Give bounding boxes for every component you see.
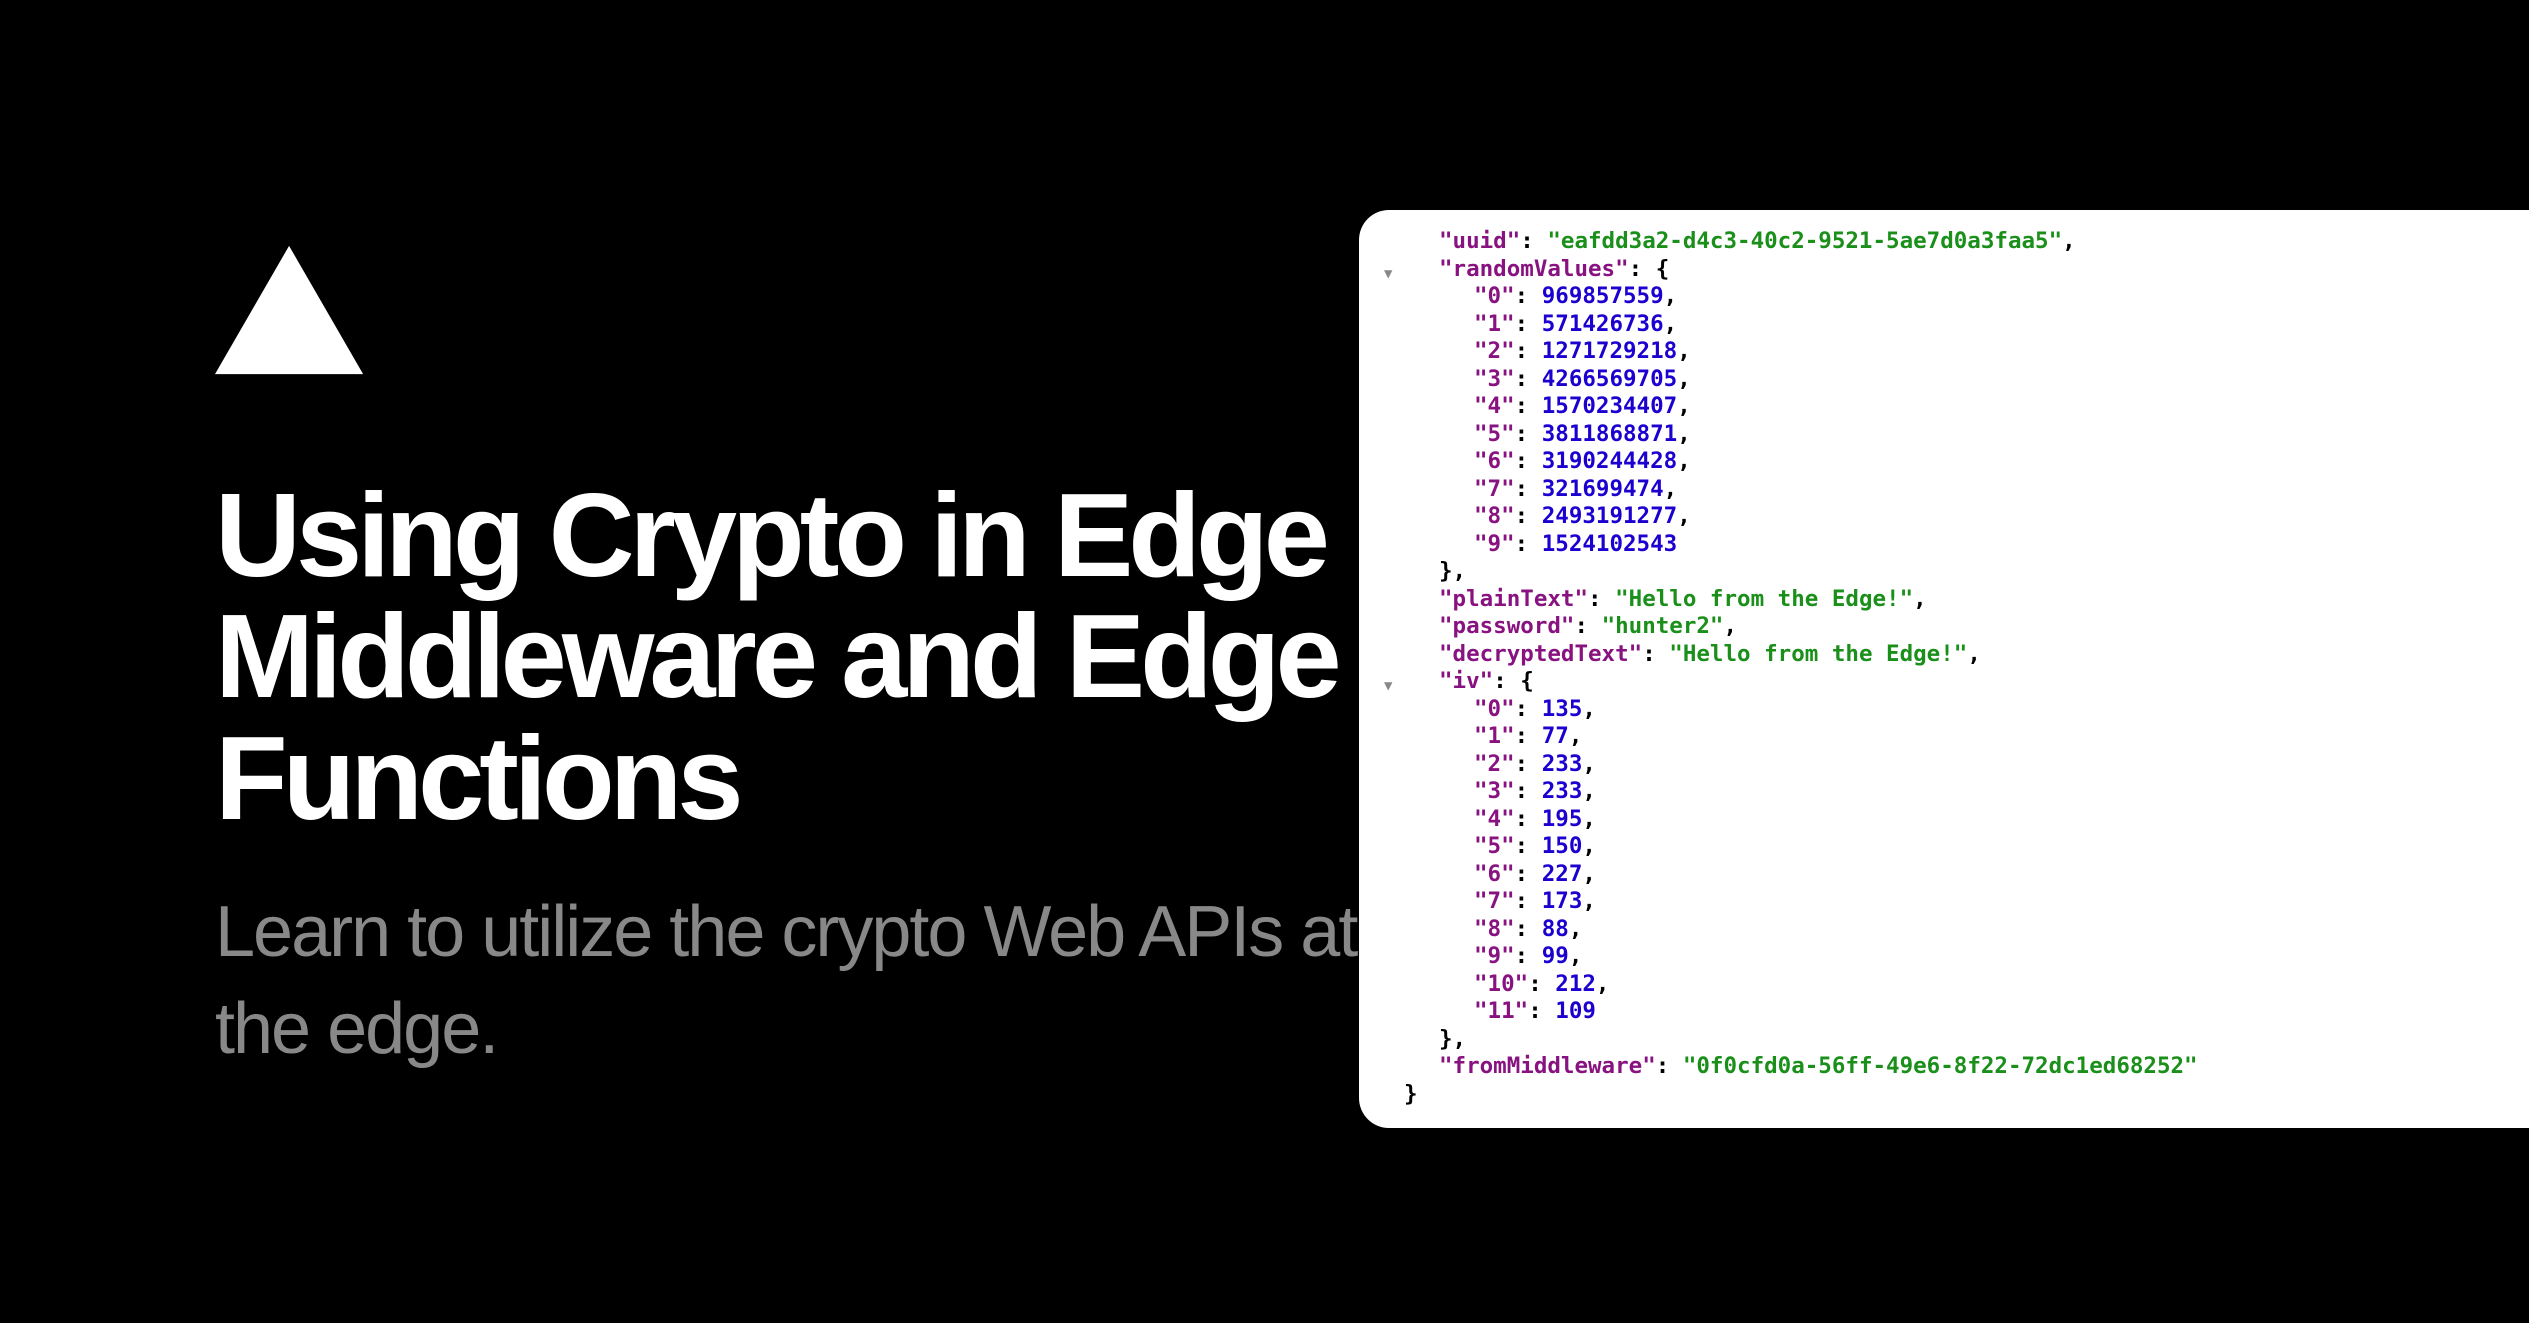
json-value: "Hello from the Edge!" — [1669, 641, 1967, 667]
json-key: "uuid" — [1439, 228, 1520, 254]
json-entry: "9": 99, — [1404, 943, 2499, 971]
page-subtitle: Learn to utilize the crypto Web APIs at … — [215, 884, 1360, 1078]
json-entry: "8": 2493191277, — [1404, 503, 2499, 531]
json-entry: "1": 77, — [1404, 723, 2499, 751]
json-entry: "8": 88, — [1404, 916, 2499, 944]
json-entry: "5": 150, — [1404, 833, 2499, 861]
json-entry: "0": 969857559, — [1404, 283, 2499, 311]
json-preview-panel: "uuid": "eafdd3a2-d4c3-40c2-9521-5ae7d0a… — [1359, 210, 2529, 1128]
json-entry: "9": 1524102543 — [1404, 531, 2499, 559]
json-key: "decryptedText" — [1439, 641, 1642, 667]
json-entry: "5": 3811868871, — [1404, 421, 2499, 449]
json-entry: "6": 227, — [1404, 861, 2499, 889]
collapse-arrow-icon: ▼ — [1384, 261, 1392, 289]
json-entry: "7": 321699474, — [1404, 476, 2499, 504]
json-entry: "3": 233, — [1404, 778, 2499, 806]
json-value: "Hello from the Edge!" — [1615, 586, 1913, 612]
page-title: Using Crypto in Edge Middleware and Edge… — [215, 475, 1360, 839]
collapse-arrow-icon: ▼ — [1384, 673, 1392, 701]
json-entry: "0": 135, — [1404, 696, 2499, 724]
hero-text-section: Using Crypto in Edge Middleware and Edge… — [0, 245, 1360, 1079]
json-key: "password" — [1439, 613, 1574, 639]
json-key: "iv" — [1439, 668, 1493, 694]
json-entry: "2": 233, — [1404, 751, 2499, 779]
json-entry: "6": 3190244428, — [1404, 448, 2499, 476]
json-key: "randomValues" — [1439, 256, 1629, 282]
json-entry: "11": 109 — [1404, 998, 2499, 1026]
json-entry: "10": 212, — [1404, 971, 2499, 999]
json-key: "fromMiddleware" — [1439, 1053, 1656, 1079]
json-value: "eafdd3a2-d4c3-40c2-9521-5ae7d0a3faa5" — [1547, 228, 2062, 254]
json-value: "0f0cfd0a-56ff-49e6-8f22-72dc1ed68252" — [1683, 1053, 2198, 1079]
json-entry: "2": 1271729218, — [1404, 338, 2499, 366]
vercel-logo-icon — [215, 245, 1360, 380]
json-entry: "7": 173, — [1404, 888, 2499, 916]
json-entry: "4": 1570234407, — [1404, 393, 2499, 421]
json-entry: "1": 571426736, — [1404, 311, 2499, 339]
json-entry: "3": 4266569705, — [1404, 366, 2499, 394]
json-entry: "4": 195, — [1404, 806, 2499, 834]
json-key: "plainText" — [1439, 586, 1588, 612]
json-value: "hunter2" — [1602, 613, 1724, 639]
